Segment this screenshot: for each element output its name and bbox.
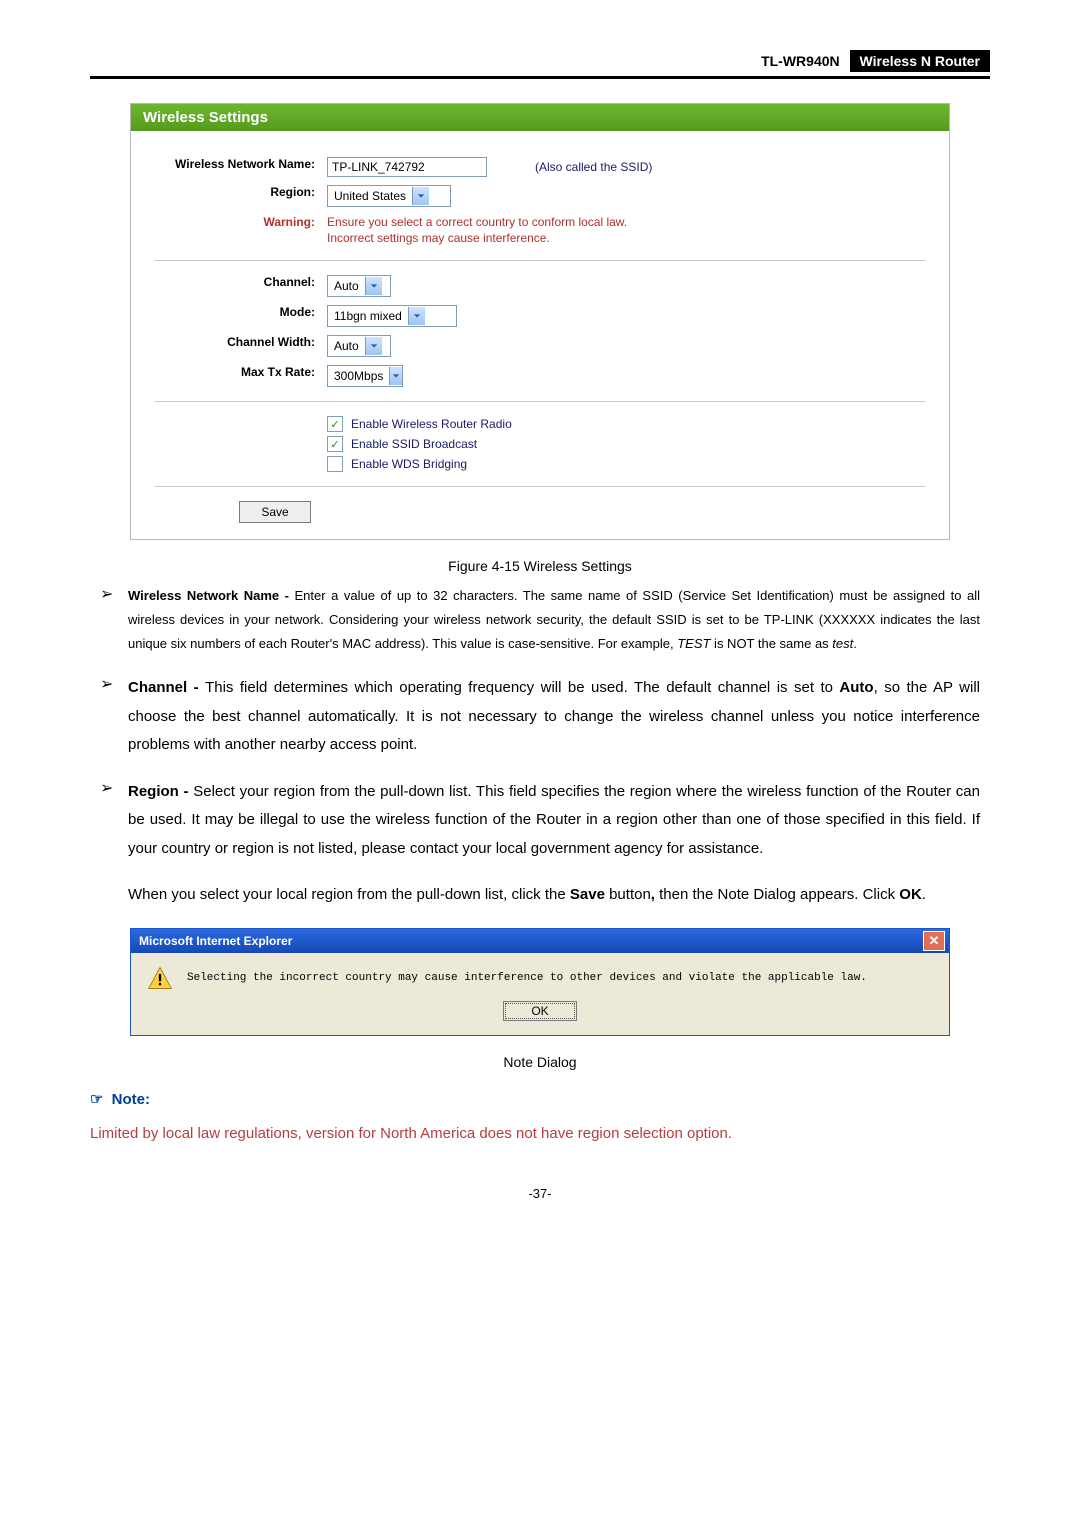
enable-ssid-label: Enable SSID Broadcast: [351, 437, 477, 451]
dialog-caption: Note Dialog: [90, 1054, 990, 1070]
bullet-channel: Channel - This field determines which op…: [128, 674, 980, 760]
enable-wds-checkbox[interactable]: [327, 456, 343, 472]
enable-wds-label: Enable WDS Bridging: [351, 457, 467, 471]
warning-icon: [147, 965, 173, 991]
dialog-message: Selecting the incorrect country may caus…: [187, 972, 867, 984]
page-number: -37-: [90, 1186, 990, 1201]
chevron-down-icon: [412, 187, 429, 205]
bullet-icon: ➢: [100, 674, 128, 760]
pointer-icon: ☞: [90, 1091, 103, 1108]
channel-select[interactable]: Auto: [327, 275, 391, 297]
note-heading: ☞ Note:: [90, 1090, 990, 1108]
divider: [155, 260, 925, 261]
warning-line-1: Ensure you select a correct country to c…: [327, 215, 925, 231]
model-label: TL-WR940N: [761, 53, 840, 69]
product-title: Wireless N Router: [850, 50, 990, 72]
ssid-aside: (Also called the SSID): [535, 160, 652, 174]
channel-label: Channel:: [155, 275, 327, 289]
bullet-network-name: Wireless Network Name - Enter a value of…: [128, 584, 980, 656]
divider: [155, 401, 925, 402]
mode-select[interactable]: 11bgn mixed: [327, 305, 457, 327]
max-tx-label: Max Tx Rate:: [155, 365, 327, 379]
enable-ssid-checkbox[interactable]: ✓: [327, 436, 343, 452]
panel-title: Wireless Settings: [131, 104, 949, 131]
bullet-icon: ➢: [100, 778, 128, 864]
chevron-down-icon: [389, 367, 402, 385]
enable-radio-label: Enable Wireless Router Radio: [351, 417, 512, 431]
wireless-settings-panel: Wireless Settings Wireless Network Name:…: [130, 103, 950, 540]
network-name-input[interactable]: [327, 157, 487, 177]
note-body: Limited by local law regulations, versio…: [90, 1122, 990, 1146]
bullet-region: Region - Select your region from the pul…: [128, 778, 980, 864]
dialog-titlebar: Microsoft Internet Explorer ✕: [131, 929, 949, 953]
region-label: Region:: [155, 185, 327, 199]
warning-label: Warning:: [155, 215, 327, 229]
warning-line-2: Incorrect settings may cause interferenc…: [327, 231, 925, 247]
max-tx-select[interactable]: 300Mbps: [327, 365, 403, 387]
close-icon[interactable]: ✕: [923, 931, 945, 951]
channel-width-label: Channel Width:: [155, 335, 327, 349]
channel-width-select[interactable]: Auto: [327, 335, 391, 357]
bullet-icon: ➢: [100, 584, 128, 656]
chevron-down-icon: [365, 337, 382, 355]
save-button[interactable]: Save: [239, 501, 311, 523]
region-save-note: When you select your local region from t…: [128, 881, 980, 910]
ok-button[interactable]: OK: [503, 1001, 577, 1021]
mode-label: Mode:: [155, 305, 327, 319]
note-dialog: Microsoft Internet Explorer ✕ Selecting …: [130, 928, 950, 1036]
figure-caption: Figure 4-15 Wireless Settings: [90, 558, 990, 574]
divider: [155, 486, 925, 487]
dialog-title-text: Microsoft Internet Explorer: [139, 934, 292, 948]
enable-radio-checkbox[interactable]: ✓: [327, 416, 343, 432]
chevron-down-icon: [365, 277, 382, 295]
network-name-label: Wireless Network Name:: [155, 157, 327, 171]
chevron-down-icon: [408, 307, 425, 325]
description-list: ➢ Wireless Network Name - Enter a value …: [100, 584, 980, 863]
region-select[interactable]: United States: [327, 185, 451, 207]
page-header: TL-WR940N Wireless N Router: [90, 50, 990, 79]
